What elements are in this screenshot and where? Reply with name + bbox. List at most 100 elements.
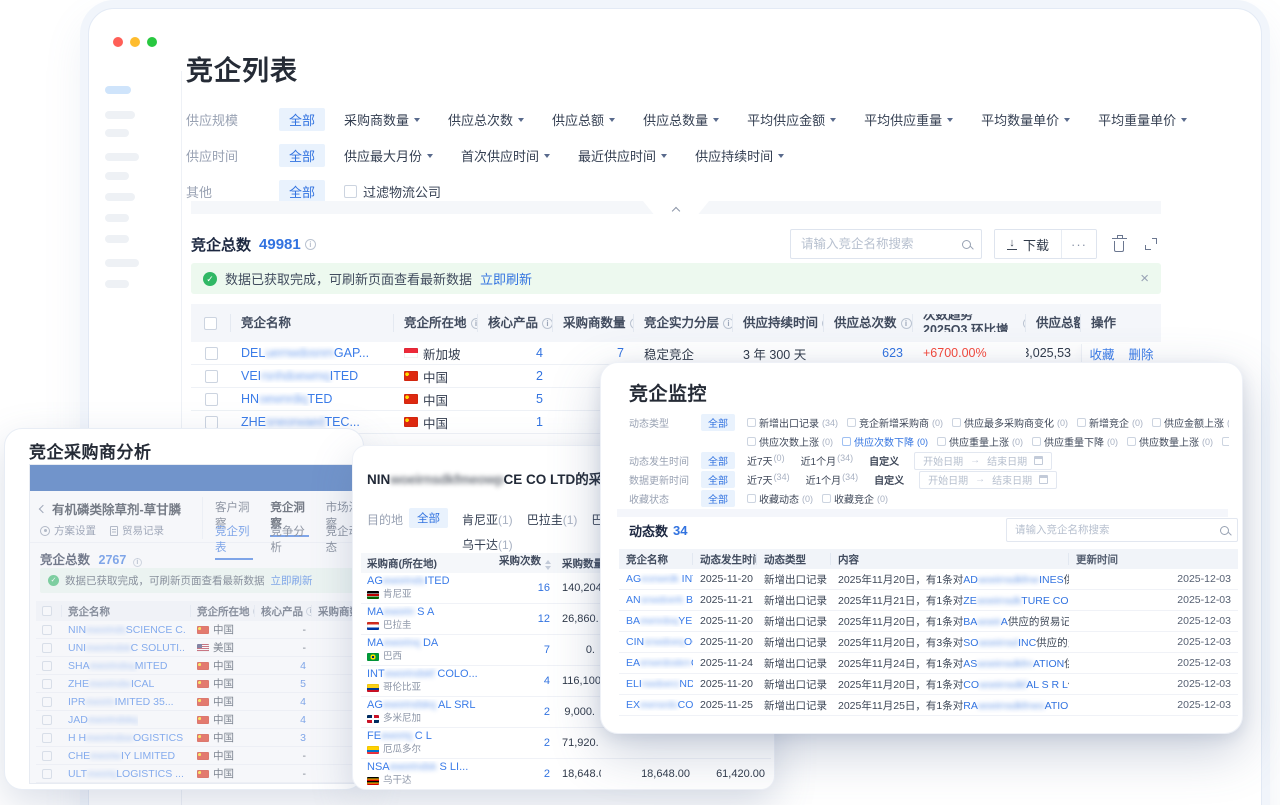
search-icon[interactable] [1220, 526, 1229, 535]
monitor-filter-option[interactable]: 新增竞企(0) [1077, 415, 1143, 430]
maximize-window-button[interactable] [147, 37, 157, 47]
monitor-filter-option[interactable]: 供应金额上涨(0) [1152, 415, 1229, 430]
monitor-filter-option[interactable]: 供应最多采购商变化(0) [952, 415, 1068, 430]
monitor-filter-option[interactable]: 新增出口记录(34) [747, 415, 838, 430]
quick-range-option[interactable]: 近1个月(34) [806, 472, 859, 487]
monitor-search-input[interactable] [1015, 524, 1220, 536]
company-link[interactable]: ZHEsneorwaedTEC... [241, 415, 360, 429]
filter-chip-all[interactable]: 全部 [701, 471, 735, 488]
row-checkbox[interactable] [42, 715, 52, 725]
company-link[interactable]: EXewnsrdoCO... [626, 699, 693, 711]
company-link[interactable]: JADeworindskq [68, 714, 138, 726]
sidebar-item[interactable] [105, 111, 135, 119]
row-checkbox[interactable] [42, 769, 52, 779]
company-link[interactable]: BAewnrdoqYER ... [626, 615, 693, 627]
row-checkbox[interactable] [42, 733, 52, 743]
filter-dropdown[interactable]: 供应最大月份 [344, 146, 433, 165]
filter-dropdown[interactable]: 平均数量单价 [981, 110, 1070, 129]
filter-dropdown[interactable]: 平均供应金额 [747, 110, 836, 129]
destination-option[interactable]: 巴拉圭(1) [527, 511, 578, 528]
monitor-filter-option[interactable]: 竞企新增采购商(0) [847, 415, 943, 430]
refresh-now-link[interactable]: 立即刷新 [271, 573, 313, 588]
row-checkbox[interactable] [205, 370, 218, 383]
sidebar-item[interactable] [105, 214, 129, 222]
destination-option[interactable]: 乌干达(1) [462, 536, 513, 553]
sidebar-item[interactable] [105, 172, 129, 180]
row-checkbox[interactable] [42, 751, 52, 761]
filter-checkbox[interactable]: 过滤物流公司 [344, 182, 441, 201]
delete-link[interactable]: 删除 [1129, 344, 1154, 363]
company-link[interactable]: CINsnwdoeqOGIS... [626, 636, 693, 648]
filter-dropdown[interactable]: 首次供应时间 [461, 146, 550, 165]
filter-chip-all[interactable]: 全部 [279, 108, 325, 131]
sidebar-item[interactable] [105, 280, 129, 288]
company-link[interactable]: ANsnwdoerk BIO... [626, 594, 693, 606]
more-button[interactable]: ··· [1061, 230, 1096, 258]
monitor-filter-option[interactable]: 供应数量下降(0) [1222, 434, 1229, 449]
sidebar-item[interactable] [105, 153, 139, 161]
sidebar-item[interactable] [105, 193, 135, 201]
monitor-filter-option[interactable]: 供应重量下降(0) [1032, 434, 1118, 449]
company-link[interactable]: AGeonwrdk INT... [626, 573, 693, 585]
buyer-link[interactable]: AGeworindskq AL SRL [367, 699, 487, 713]
filter-chip-all[interactable]: 全部 [279, 144, 325, 167]
filter-chip-all[interactable]: 全部 [701, 452, 735, 469]
row-checkbox[interactable] [42, 697, 52, 707]
close-window-button[interactable] [113, 37, 123, 47]
filter-dropdown[interactable]: 供应持续时间 [695, 146, 784, 165]
search-icon[interactable] [962, 240, 971, 249]
row-checkbox[interactable] [42, 625, 52, 635]
company-link[interactable]: SHAeworindsqMITED [68, 660, 167, 672]
select-all-checkbox[interactable] [204, 317, 217, 330]
company-link[interactable]: NINeworindsSCIENCE C... [68, 624, 185, 636]
subtab-active[interactable]: 竞企列表 [215, 523, 253, 560]
quick-range-option[interactable]: 近7天(34) [747, 472, 790, 487]
monitor-filter-option[interactable]: 收藏竞企(0) [822, 491, 888, 506]
filter-chip-all[interactable]: 全部 [701, 414, 735, 431]
custom-range-label[interactable]: 自定义 [869, 453, 899, 468]
company-link[interactable]: IPReworinIMITED 35... [68, 696, 174, 708]
filter-chip-all[interactable]: 全部 [409, 508, 448, 528]
row-checkbox[interactable] [205, 347, 218, 360]
company-link[interactable]: ULTeworiqLOGISTICS ... [68, 768, 184, 780]
sidebar-item[interactable] [105, 235, 129, 243]
company-link[interactable]: H HeworindswOGISTICS C... [68, 732, 185, 744]
minimize-window-button[interactable] [130, 37, 140, 47]
back-chevron-icon[interactable] [39, 504, 47, 512]
buyer-link[interactable]: MAeworinq DA [367, 637, 487, 651]
filter-dropdown[interactable]: 最近供应时间 [578, 146, 667, 165]
filter-chip-all[interactable]: 全部 [701, 490, 735, 507]
scheme-settings-button[interactable]: 方案设置 [40, 523, 96, 538]
buyer-link[interactable]: INTeworindskf COLO... [367, 668, 487, 682]
sort-icon[interactable] [545, 557, 551, 573]
close-banner-icon[interactable] [1140, 271, 1149, 286]
company-link[interactable]: UNIeworindskC SOLUTI... [68, 642, 185, 654]
monitor-filter-option[interactable]: 供应次数上涨(0) [747, 434, 833, 449]
buyer-link[interactable]: MAeworin S A [367, 606, 487, 620]
filter-dropdown[interactable]: 供应总次数 [448, 110, 524, 129]
custom-range-label[interactable]: 自定义 [874, 472, 904, 487]
select-all-checkbox[interactable] [42, 606, 52, 616]
sidebar-item[interactable] [105, 259, 139, 267]
download-button[interactable]: 下载 [995, 230, 1061, 258]
quick-range-option[interactable]: 近1个月(34) [801, 453, 854, 468]
date-range-input[interactable]: 开始日期→结束日期 [914, 452, 1052, 470]
row-checkbox[interactable] [42, 661, 52, 671]
buyer-link[interactable]: FEeworiq C L [367, 730, 487, 744]
filter-dropdown[interactable]: 平均供应重量 [864, 110, 953, 129]
company-link[interactable]: DELuernwdosnmGAP... [241, 346, 369, 360]
monitor-filter-option[interactable]: 供应数量上涨(0) [1127, 434, 1213, 449]
sidebar-item[interactable] [105, 129, 129, 137]
favorite-link[interactable]: 收藏 [1089, 344, 1114, 363]
monitor-filter-option[interactable]: 供应重量上涨(0) [937, 434, 1023, 449]
company-link[interactable]: VEIrsnhdoewmqITED [241, 369, 358, 383]
collapse-filters-button[interactable] [643, 201, 709, 214]
monitor-filter-option[interactable]: 供应次数下降(0) [842, 434, 928, 449]
company-link[interactable]: ZHEeworindwICAL [68, 678, 154, 690]
buyer-link[interactable]: NSAeworindsk S LI... [367, 761, 487, 775]
subtab-item[interactable]: 竞争分析 [270, 523, 308, 560]
trade-records-button[interactable]: 贸易记录 [110, 523, 164, 538]
delete-button[interactable] [1109, 234, 1129, 254]
competitor-search-input[interactable] [801, 237, 962, 251]
row-checkbox[interactable] [42, 679, 52, 689]
